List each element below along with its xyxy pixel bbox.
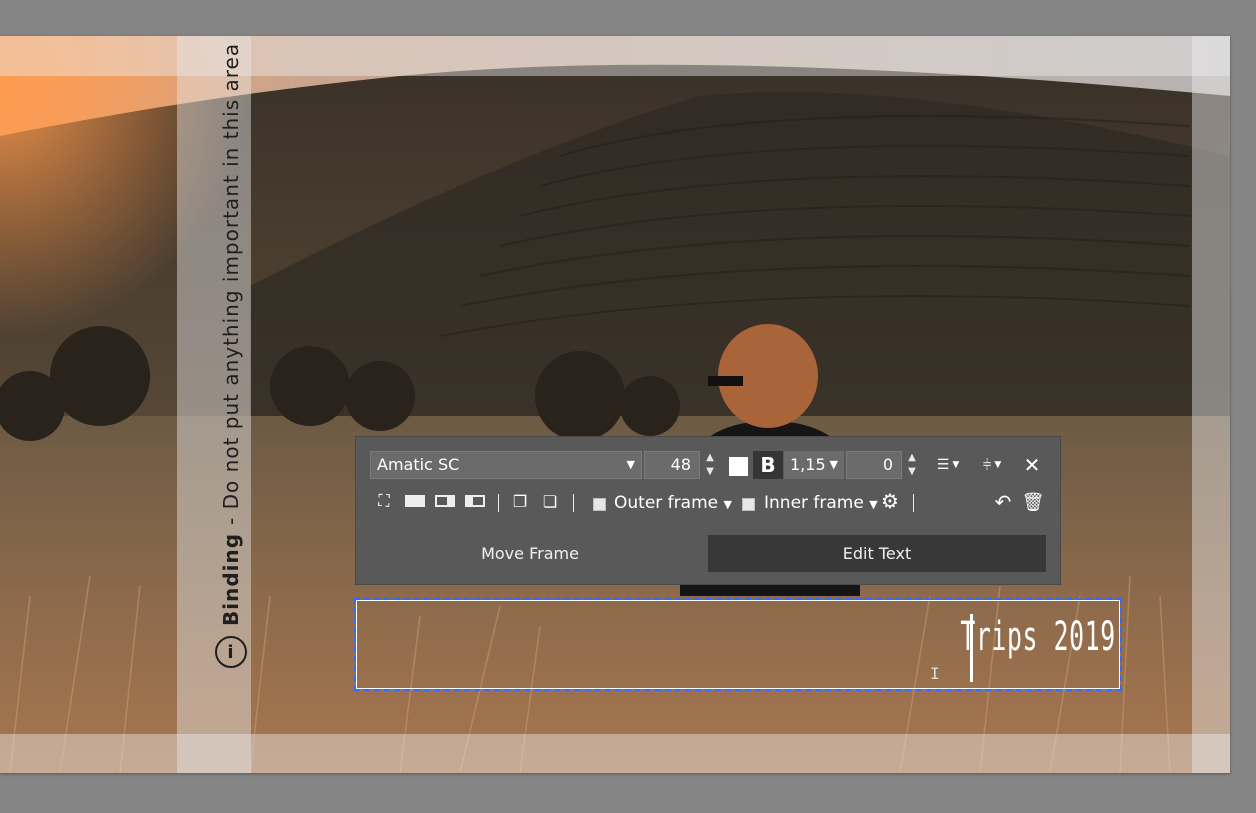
outer-frame-checkbox[interactable] [593,498,606,511]
frame-text[interactable]: Trips 2019 [960,614,1116,660]
close-icon[interactable]: ✕ [1020,453,1044,477]
letter-spacing-input[interactable]: 0 [846,451,902,479]
separator [913,494,914,512]
binding-message: - Do not put anything important in this … [219,42,243,525]
line-spacing-value: 1,15 [790,455,826,474]
tab-move-frame[interactable]: Move Frame [360,535,700,572]
text-color-swatch[interactable] [729,457,748,476]
separator [573,494,574,512]
info-icon: i [215,636,247,668]
undo-icon[interactable]: ↶ [992,490,1014,514]
bring-forward-icon[interactable]: ❐ [509,491,531,511]
inner-frame-text: Inner frame [764,493,864,513]
chevron-down-icon: ▼ [829,458,838,471]
tab-edit-text[interactable]: Edit Text [708,535,1046,572]
separator [498,494,499,512]
fill-frame-icon[interactable] [404,493,426,509]
inner-frame-checkbox[interactable] [742,498,755,511]
font-size-value: 48 [670,455,691,474]
font-size-input[interactable]: 48 [644,451,700,479]
send-backward-icon[interactable]: ❏ [539,491,561,511]
font-family-select[interactable]: Amatic SC ▼ [370,451,642,479]
chevron-down-icon: ▼ [626,458,635,471]
line-spacing-select[interactable]: 1,15 ▼ [784,451,844,479]
binding-warning: i Binding - Do not put anything importan… [215,43,247,668]
binding-label: Binding [219,532,243,626]
align-right-frame-icon[interactable] [464,493,486,509]
chevron-down-icon: ▼ [869,498,878,511]
bleed-right [1192,36,1230,773]
bold-button[interactable]: B [753,451,783,479]
decrease-icon[interactable]: ▼ [904,465,920,479]
text-frame[interactable]: Trips 2019 [354,598,1122,691]
font-size-stepper[interactable]: ▲ ▼ [702,451,718,479]
ibeam-cursor-icon: I [930,664,940,683]
text-toolbar: Amatic SC ▼ 48 ▲ ▼ B 1,15 ▼ 0 ▲ ▼ ☰ ▼ ⫩ ▼ … [355,436,1061,585]
chevron-down-icon: ▼ [723,498,732,511]
trash-icon[interactable]: 🗑 [1022,491,1045,513]
fit-frame-icon[interactable]: ⛶ [374,491,394,511]
vertical-align-icon[interactable]: ⫩ ▼ [974,453,1010,477]
letter-spacing-value: 0 [882,455,893,474]
decrease-icon[interactable]: ▼ [702,465,718,479]
inner-frame-label[interactable]: Inner frame ▼ [764,493,878,513]
outer-frame-text: Outer frame [614,493,719,513]
gear-icon[interactable]: ⚙ [879,489,901,513]
font-family-value: Amatic SC [377,455,460,474]
letter-spacing-stepper[interactable]: ▲ ▼ [904,451,920,479]
outer-frame-label[interactable]: Outer frame ▼ [614,493,732,513]
text-align-icon[interactable]: ☰ ▼ [930,453,966,477]
increase-icon[interactable]: ▲ [904,451,920,465]
increase-icon[interactable]: ▲ [702,451,718,465]
align-left-frame-icon[interactable] [434,493,456,509]
